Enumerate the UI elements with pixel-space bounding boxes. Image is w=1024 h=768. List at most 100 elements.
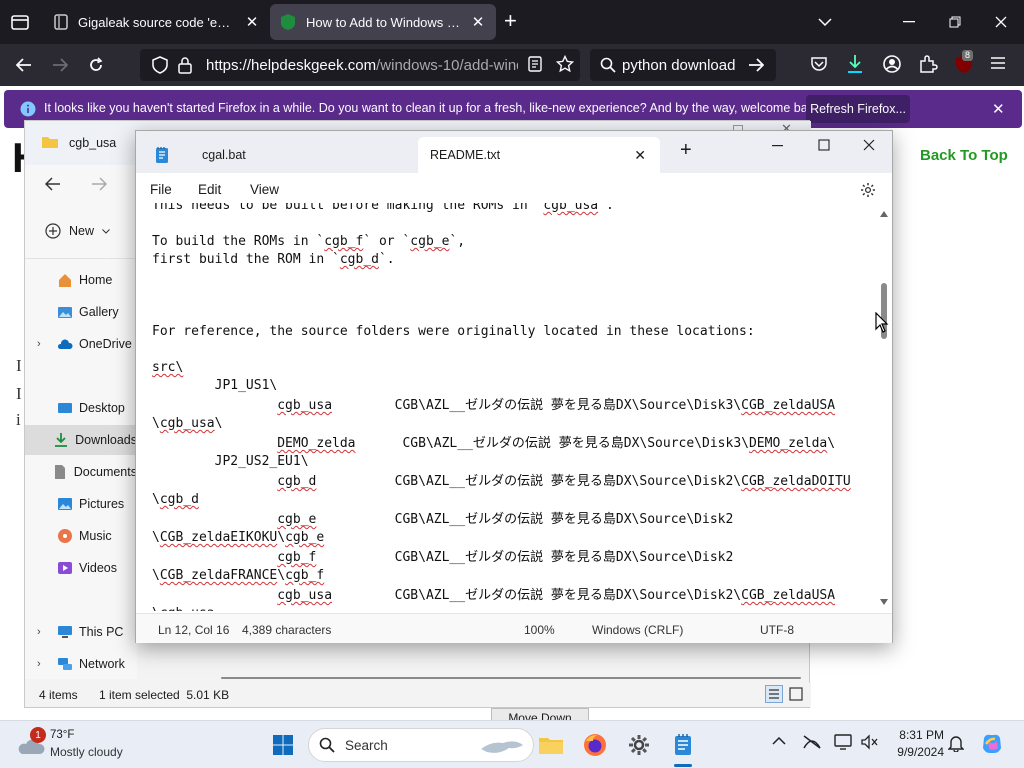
taskbar-search-box[interactable]: Search xyxy=(308,728,534,762)
close-tab-icon[interactable]: ✕ xyxy=(634,147,646,164)
tab-overflow-chevron-icon[interactable] xyxy=(802,0,848,44)
back-icon[interactable] xyxy=(8,49,40,81)
text-segment xyxy=(152,588,277,603)
start-windows-icon[interactable] xyxy=(266,728,300,762)
new-button[interactable]: New xyxy=(45,223,110,239)
sidebar-item-music[interactable]: Music xyxy=(25,521,137,551)
go-arrow-icon[interactable] xyxy=(748,58,764,72)
reload-icon[interactable] xyxy=(80,49,112,81)
sidebar-item-this-pc[interactable]: › This PC xyxy=(25,617,137,647)
sidebar-item-downloads[interactable]: Downloads xyxy=(25,425,137,455)
sidebar-item-documents[interactable]: Documents xyxy=(25,457,137,487)
plus-circle-icon xyxy=(45,223,61,239)
vertical-scrollbar[interactable] xyxy=(876,207,892,611)
close-window-icon[interactable] xyxy=(863,139,875,151)
notepad-tab-readme[interactable]: README.txt ✕ xyxy=(418,137,660,173)
sidebar-item-pictures[interactable]: Pictures xyxy=(25,489,137,519)
notification-bell-icon[interactable] xyxy=(948,734,964,752)
volume-muted-icon[interactable] xyxy=(860,734,878,750)
tab-title: Gigaleak source code 'ezbuild' xyxy=(78,14,234,30)
settings-gear-icon[interactable] xyxy=(860,182,876,198)
scroll-up-arrow-icon[interactable] xyxy=(880,211,888,217)
copilot-icon[interactable] xyxy=(980,732,1004,756)
menu-edit[interactable]: Edit xyxy=(198,182,221,197)
text-segment: JP2_US2_EU1\ xyxy=(152,454,309,469)
active-app-indicator xyxy=(674,764,692,767)
notepad-taskbar-icon[interactable] xyxy=(666,728,700,762)
lock-icon[interactable] xyxy=(178,56,192,74)
misspelled-word: cgb_f xyxy=(277,550,317,565)
text-segment: `, xyxy=(449,234,466,249)
text-line: first build the ROM in `cgb_d`. xyxy=(152,251,395,269)
file-explorer-taskbar-icon[interactable] xyxy=(534,728,568,762)
shield-icon[interactable] xyxy=(152,56,168,74)
menu-hamburger-icon[interactable] xyxy=(990,56,1006,70)
close-notice-icon[interactable]: ✕ xyxy=(992,100,1005,118)
minimize-icon[interactable] xyxy=(772,145,784,147)
new-tab-icon[interactable]: + xyxy=(504,10,517,32)
misspelled-word: cgb_f xyxy=(324,234,364,249)
network-tray-icon[interactable] xyxy=(834,734,852,750)
misspelled-word: CGB_zeldaDOITU xyxy=(741,474,851,489)
back-to-top-link[interactable]: Back To Top xyxy=(920,147,1008,164)
details-view-icon[interactable] xyxy=(765,685,783,703)
music-icon xyxy=(57,528,73,544)
reader-view-icon[interactable] xyxy=(528,56,542,72)
clock-time[interactable]: 8:31 PM xyxy=(890,728,944,742)
downloads-icon[interactable] xyxy=(846,54,864,74)
minimize-icon[interactable] xyxy=(886,0,932,44)
scroll-down-arrow-icon[interactable] xyxy=(880,599,888,605)
sidebar-item-home[interactable]: Home xyxy=(25,265,137,295)
browser-tab-gigaleak[interactable]: Gigaleak source code 'ezbuild' ✕ xyxy=(44,4,270,40)
tiles-view-icon[interactable] xyxy=(789,687,803,701)
sidebar-item-network[interactable]: › Network xyxy=(25,649,137,679)
horizontal-scrollbar[interactable] xyxy=(221,677,801,679)
chevron-right-icon[interactable]: › xyxy=(37,338,51,350)
tray-chevron-up-icon[interactable] xyxy=(772,737,786,745)
notepad-window: cgal.bat README.txt ✕ + File Edit View T… xyxy=(135,130,893,643)
menu-view[interactable]: View xyxy=(250,182,279,197)
info-icon xyxy=(20,101,36,117)
bookmark-star-icon[interactable] xyxy=(556,55,574,73)
chevron-right-icon[interactable]: › xyxy=(37,626,51,638)
close-tab-icon[interactable]: ✕ xyxy=(470,13,486,31)
tab-list-icon[interactable] xyxy=(10,12,30,32)
notepad-tab-cgal[interactable]: cgal.bat xyxy=(144,137,420,173)
pocket-icon[interactable] xyxy=(810,55,828,73)
close-tab-icon[interactable]: ✕ xyxy=(244,13,260,31)
maximize-icon[interactable] xyxy=(818,139,830,151)
text-segment: \ xyxy=(152,606,160,611)
extensions-icon[interactable] xyxy=(918,54,938,74)
new-tab-icon[interactable]: + xyxy=(680,140,692,160)
sidebar-item-desktop[interactable]: Desktop xyxy=(25,393,137,423)
url-text[interactable]: https://helpdeskgeek.com/windows-10/add-… xyxy=(206,57,518,74)
sidebar-item-onedrive[interactable]: › OneDrive xyxy=(25,329,137,359)
chevron-down-icon xyxy=(102,228,110,234)
pictures-icon xyxy=(57,496,73,512)
tab-favicon-icon xyxy=(280,13,296,31)
clock-date[interactable]: 9/9/2024 xyxy=(884,745,944,759)
browser-tab-path[interactable]: How to Add to Windows PATH ✕ xyxy=(270,4,496,40)
menu-file[interactable]: File xyxy=(150,182,172,197)
firefox-taskbar-icon[interactable] xyxy=(578,728,612,762)
forward-icon[interactable] xyxy=(44,49,76,81)
chevron-right-icon[interactable]: › xyxy=(37,658,51,670)
settings-taskbar-icon[interactable] xyxy=(622,728,656,762)
sidebar-item-gallery[interactable]: Gallery xyxy=(25,297,137,327)
sidebar-item-videos[interactable]: Videos xyxy=(25,553,137,583)
tray-app-icon[interactable] xyxy=(802,734,822,750)
misspelled-word: cgb_e xyxy=(410,234,450,249)
close-window-icon[interactable] xyxy=(978,0,1024,44)
line-ending: Windows (CRLF) xyxy=(592,623,684,637)
back-icon[interactable] xyxy=(45,177,61,191)
download-icon xyxy=(53,432,69,448)
extension-badge: 8 xyxy=(962,50,974,61)
misspelled-word: cgb_usa xyxy=(277,588,333,603)
refresh-firefox-button[interactable]: Refresh Firefox... xyxy=(806,95,910,123)
search-icon xyxy=(319,737,335,753)
notepad-text-area[interactable]: This needs to be built before making the… xyxy=(136,203,876,611)
account-icon[interactable] xyxy=(882,54,902,74)
forward-icon[interactable] xyxy=(91,177,107,191)
restore-icon[interactable] xyxy=(932,0,978,44)
search-text[interactable]: python download xyxy=(622,57,735,74)
